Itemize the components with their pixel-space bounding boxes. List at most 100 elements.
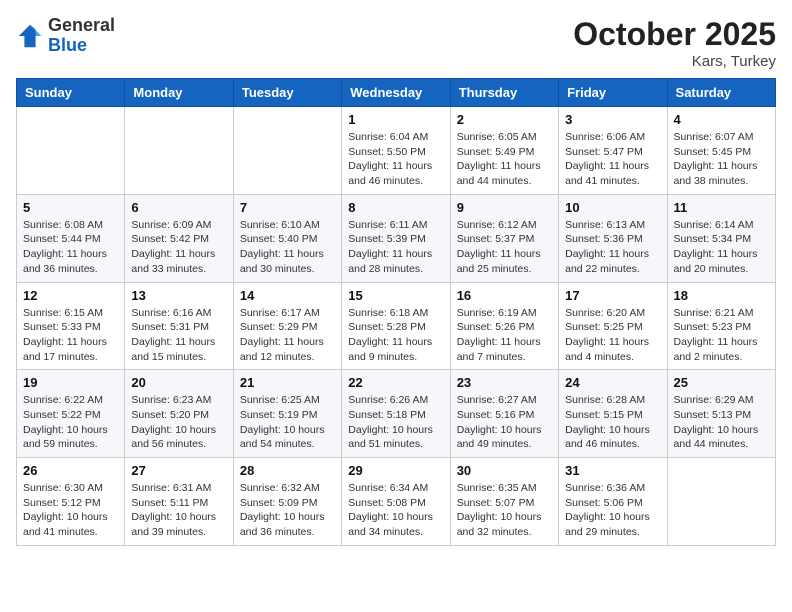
calendar-week-row: 12 Sunrise: 6:15 AM Sunset: 5:33 PM Dayli… — [17, 282, 776, 370]
calendar-week-row: 26Sunrise: 6:30 AM Sunset: 5:12 PM Dayli… — [17, 458, 776, 546]
day-info: Sunrise: 6:05 AM Sunset: 5:49 PM Dayligh… — [457, 130, 552, 189]
day-info: Sunrise: 6:30 AM Sunset: 5:12 PM Dayligh… — [23, 481, 118, 540]
day-info: Sunrise: 6:18 AM Sunset: 5:28 PM Dayligh… — [348, 306, 443, 365]
day-info: Sunrise: 6:04 AM Sunset: 5:50 PM Dayligh… — [348, 130, 443, 189]
day-info: Sunrise: 6:20 AM Sunset: 5:25 PM Dayligh… — [565, 306, 660, 365]
title-block: October 2025 Kars, Turkey — [573, 16, 776, 70]
calendar-cell: 6 Sunrise: 6:09 AM Sunset: 5:42 PM Daylig… — [125, 194, 233, 282]
weekday-header-wednesday: Wednesday — [342, 79, 450, 107]
calendar-cell: 8Sunrise: 6:11 AM Sunset: 5:39 PM Daylig… — [342, 194, 450, 282]
calendar-cell: 19 Sunrise: 6:22 AM Sunset: 5:22 PM Dayli… — [17, 370, 125, 458]
day-info: Sunrise: 6:08 AM Sunset: 5:44 PM Dayligh… — [23, 218, 118, 277]
day-info: Sunrise: 6:22 AM Sunset: 5:22 PM Dayligh… — [23, 393, 118, 452]
calendar-cell: 11Sunrise: 6:14 AM Sunset: 5:34 PM Dayli… — [667, 194, 775, 282]
calendar-cell: 31Sunrise: 6:36 AM Sunset: 5:06 PM Dayli… — [559, 458, 667, 546]
calendar-cell: 20Sunrise: 6:23 AM Sunset: 5:20 PM Dayli… — [125, 370, 233, 458]
calendar-week-row: 19 Sunrise: 6:22 AM Sunset: 5:22 PM Dayli… — [17, 370, 776, 458]
day-info: Sunrise: 6:09 AM Sunset: 5:42 PM Dayligh… — [131, 218, 226, 277]
logo: General Blue — [16, 16, 115, 56]
day-number: 28 — [240, 463, 335, 478]
calendar-cell: 9 Sunrise: 6:12 AM Sunset: 5:37 PM Daylig… — [450, 194, 558, 282]
calendar-table: SundayMondayTuesdayWednesdayThursdayFrid… — [16, 78, 776, 546]
calendar-cell: 1 Sunrise: 6:04 AM Sunset: 5:50 PM Daylig… — [342, 107, 450, 195]
day-number: 4 — [674, 112, 769, 127]
day-number: 14 — [240, 288, 335, 303]
weekday-header-sunday: Sunday — [17, 79, 125, 107]
calendar-cell: 17 Sunrise: 6:20 AM Sunset: 5:25 PM Dayli… — [559, 282, 667, 370]
day-number: 8 — [348, 200, 443, 215]
page-header: General Blue October 2025 Kars, Turkey — [16, 16, 776, 70]
weekday-header-monday: Monday — [125, 79, 233, 107]
day-number: 13 — [131, 288, 226, 303]
day-number: 15 — [348, 288, 443, 303]
day-number: 23 — [457, 375, 552, 390]
calendar-cell: 22 Sunrise: 6:26 AM Sunset: 5:18 PM Dayli… — [342, 370, 450, 458]
calendar-cell: 26Sunrise: 6:30 AM Sunset: 5:12 PM Dayli… — [17, 458, 125, 546]
day-info: Sunrise: 6:35 AM Sunset: 5:07 PM Dayligh… — [457, 481, 552, 540]
calendar-cell — [125, 107, 233, 195]
day-number: 10 — [565, 200, 660, 215]
day-info: Sunrise: 6:15 AM Sunset: 5:33 PM Dayligh… — [23, 306, 118, 365]
calendar-cell — [17, 107, 125, 195]
day-number: 7 — [240, 200, 335, 215]
day-number: 6 — [131, 200, 226, 215]
weekday-header-thursday: Thursday — [450, 79, 558, 107]
day-number: 1 — [348, 112, 443, 127]
day-info: Sunrise: 6:06 AM Sunset: 5:47 PM Dayligh… — [565, 130, 660, 189]
logo-general-text: General — [48, 15, 115, 35]
calendar-week-row: 1 Sunrise: 6:04 AM Sunset: 5:50 PM Daylig… — [17, 107, 776, 195]
day-number: 19 — [23, 375, 118, 390]
day-number: 5 — [23, 200, 118, 215]
day-number: 27 — [131, 463, 226, 478]
day-info: Sunrise: 6:16 AM Sunset: 5:31 PM Dayligh… — [131, 306, 226, 365]
calendar-cell: 28Sunrise: 6:32 AM Sunset: 5:09 PM Dayli… — [233, 458, 341, 546]
day-number: 22 — [348, 375, 443, 390]
day-info: Sunrise: 6:21 AM Sunset: 5:23 PM Dayligh… — [674, 306, 769, 365]
day-info: Sunrise: 6:07 AM Sunset: 5:45 PM Dayligh… — [674, 130, 769, 189]
day-info: Sunrise: 6:31 AM Sunset: 5:11 PM Dayligh… — [131, 481, 226, 540]
calendar-cell: 12 Sunrise: 6:15 AM Sunset: 5:33 PM Dayli… — [17, 282, 125, 370]
day-number: 29 — [348, 463, 443, 478]
day-info: Sunrise: 6:27 AM Sunset: 5:16 PM Dayligh… — [457, 393, 552, 452]
day-info: Sunrise: 6:34 AM Sunset: 5:08 PM Dayligh… — [348, 481, 443, 540]
calendar-cell: 7Sunrise: 6:10 AM Sunset: 5:40 PM Daylig… — [233, 194, 341, 282]
day-number: 12 — [23, 288, 118, 303]
calendar-cell: 14 Sunrise: 6:17 AM Sunset: 5:29 PM Dayli… — [233, 282, 341, 370]
calendar-cell: 24 Sunrise: 6:28 AM Sunset: 5:15 PM Dayli… — [559, 370, 667, 458]
day-number: 3 — [565, 112, 660, 127]
logo-blue-text: Blue — [48, 35, 87, 55]
day-info: Sunrise: 6:26 AM Sunset: 5:18 PM Dayligh… — [348, 393, 443, 452]
day-info: Sunrise: 6:12 AM Sunset: 5:37 PM Dayligh… — [457, 218, 552, 277]
day-info: Sunrise: 6:25 AM Sunset: 5:19 PM Dayligh… — [240, 393, 335, 452]
calendar-cell: 18Sunrise: 6:21 AM Sunset: 5:23 PM Dayli… — [667, 282, 775, 370]
day-info: Sunrise: 6:28 AM Sunset: 5:15 PM Dayligh… — [565, 393, 660, 452]
day-number: 9 — [457, 200, 552, 215]
day-number: 2 — [457, 112, 552, 127]
day-info: Sunrise: 6:13 AM Sunset: 5:36 PM Dayligh… — [565, 218, 660, 277]
calendar-body: 1 Sunrise: 6:04 AM Sunset: 5:50 PM Daylig… — [17, 107, 776, 546]
calendar-cell — [233, 107, 341, 195]
calendar-week-row: 5 Sunrise: 6:08 AM Sunset: 5:44 PM Daylig… — [17, 194, 776, 282]
day-number: 17 — [565, 288, 660, 303]
location: Kars, Turkey — [573, 53, 776, 70]
calendar-cell: 3 Sunrise: 6:06 AM Sunset: 5:47 PM Daylig… — [559, 107, 667, 195]
logo-icon — [16, 22, 44, 50]
day-number: 30 — [457, 463, 552, 478]
calendar-cell: 10 Sunrise: 6:13 AM Sunset: 5:36 PM Dayli… — [559, 194, 667, 282]
day-number: 21 — [240, 375, 335, 390]
weekday-header-friday: Friday — [559, 79, 667, 107]
day-number: 25 — [674, 375, 769, 390]
day-info: Sunrise: 6:19 AM Sunset: 5:26 PM Dayligh… — [457, 306, 552, 365]
calendar-cell: 16Sunrise: 6:19 AM Sunset: 5:26 PM Dayli… — [450, 282, 558, 370]
calendar-cell: 5 Sunrise: 6:08 AM Sunset: 5:44 PM Daylig… — [17, 194, 125, 282]
day-info: Sunrise: 6:29 AM Sunset: 5:13 PM Dayligh… — [674, 393, 769, 452]
calendar-cell: 27 Sunrise: 6:31 AM Sunset: 5:11 PM Dayli… — [125, 458, 233, 546]
month-title: October 2025 — [573, 16, 776, 53]
calendar-cell: 23 Sunrise: 6:27 AM Sunset: 5:16 PM Dayli… — [450, 370, 558, 458]
calendar-cell: 13 Sunrise: 6:16 AM Sunset: 5:31 PM Dayli… — [125, 282, 233, 370]
calendar-cell: 25 Sunrise: 6:29 AM Sunset: 5:13 PM Dayli… — [667, 370, 775, 458]
day-info: Sunrise: 6:17 AM Sunset: 5:29 PM Dayligh… — [240, 306, 335, 365]
weekday-header-tuesday: Tuesday — [233, 79, 341, 107]
day-info: Sunrise: 6:23 AM Sunset: 5:20 PM Dayligh… — [131, 393, 226, 452]
day-number: 24 — [565, 375, 660, 390]
